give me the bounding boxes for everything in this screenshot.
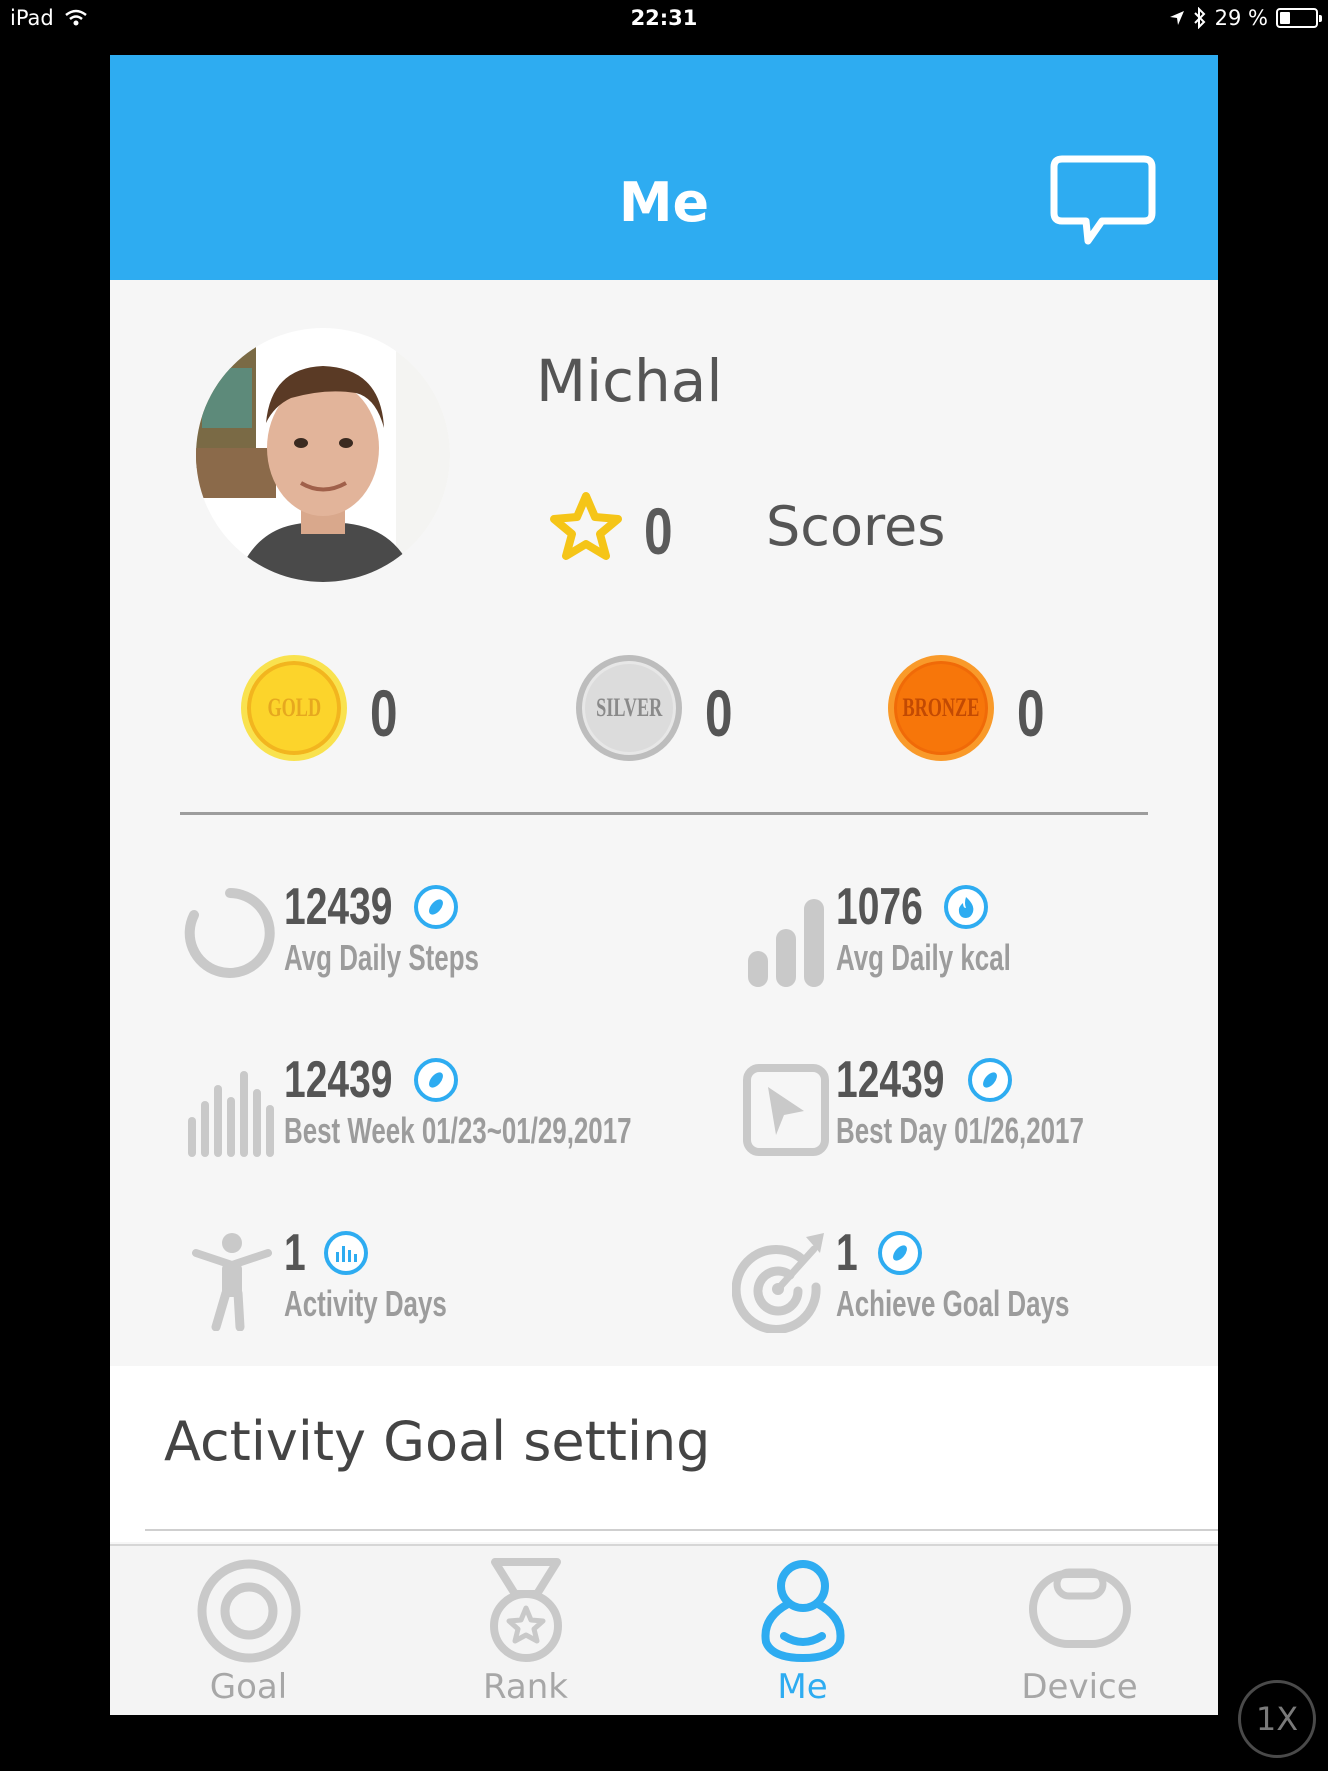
- bronze-medal-label: BRONZE: [902, 693, 980, 722]
- steps-badge-icon: [968, 1058, 1012, 1102]
- avg-kcal-label: Avg Daily kcal: [836, 937, 1011, 978]
- goal-days-label: Achieve Goal Days: [836, 1283, 1070, 1324]
- activity-days-value: 1: [284, 1224, 306, 1282]
- score-value: 0: [644, 494, 673, 568]
- flag-icon: [743, 1064, 829, 1156]
- target-icon: [732, 1233, 824, 1333]
- tab-bar: Goal Rank Me Device: [110, 1544, 1218, 1715]
- goal-days-value: 1: [836, 1224, 858, 1282]
- tab-goal[interactable]: Goal: [110, 1546, 387, 1715]
- avg-steps-value: 12439: [284, 878, 393, 936]
- status-time: 22:31: [630, 6, 698, 30]
- person-icon: [761, 1560, 845, 1663]
- person-icon: [192, 1233, 272, 1331]
- band-icon: [1029, 1568, 1131, 1648]
- tab-device-label: Device: [1021, 1667, 1138, 1707]
- silver-medal-label: SILVER: [595, 693, 663, 722]
- avg-steps-label: Avg Daily Steps: [284, 937, 479, 978]
- app-window: Me Michal 0 Scores GOLD 0 SILVER 0 BRONZ…: [110, 55, 1218, 1715]
- activity-days-label: Activity Days: [284, 1283, 447, 1324]
- gold-medal-label: GOLD: [267, 693, 321, 722]
- tab-rank[interactable]: Rank: [387, 1546, 664, 1715]
- battery-percent: 29 %: [1214, 6, 1268, 30]
- star-icon: [550, 492, 622, 560]
- best-week-value: 12439: [284, 1051, 393, 1109]
- activity-goal-setting-label: Activity Goal setting: [164, 1410, 711, 1473]
- chat-bubble-icon[interactable]: [1050, 155, 1156, 247]
- chart-badge-icon: [324, 1231, 368, 1275]
- nav-bar: Me: [110, 55, 1218, 280]
- steps-badge-icon: [414, 885, 458, 929]
- status-right: 29 %: [1169, 6, 1322, 30]
- silver-medal-count: 0: [705, 676, 733, 750]
- tab-rank-label: Rank: [483, 1667, 568, 1707]
- medal-icon: [490, 1558, 562, 1662]
- profile-photo: [196, 328, 450, 582]
- best-week-label: Best Week 01/23~01/29,2017: [284, 1110, 632, 1151]
- silver-medal-icon: SILVER: [576, 655, 682, 761]
- tab-me-label: Me: [777, 1667, 828, 1707]
- bluetooth-icon: [1193, 7, 1206, 29]
- avatar[interactable]: [196, 328, 450, 582]
- bronze-medal-count: 0: [1017, 676, 1045, 750]
- steps-badge-icon: [878, 1231, 922, 1275]
- zoom-button[interactable]: 1X: [1238, 1680, 1316, 1758]
- battery-icon: [1276, 8, 1322, 28]
- divider: [180, 812, 1148, 815]
- bronze-medal-icon: BRONZE: [888, 655, 994, 761]
- activity-goal-setting-row[interactable]: Activity Goal setting: [110, 1366, 1218, 1542]
- goal-icon: [197, 1559, 301, 1663]
- user-name: Michal: [536, 347, 723, 415]
- tab-me[interactable]: Me: [664, 1546, 941, 1715]
- best-day-value: 12439: [836, 1051, 945, 1109]
- avg-kcal-value: 1076: [836, 878, 923, 936]
- location-arrow-icon: [1169, 11, 1184, 25]
- gold-medal-count: 0: [370, 676, 398, 750]
- tab-device[interactable]: Device: [941, 1546, 1218, 1715]
- divider: [145, 1529, 1218, 1531]
- status-bar: iPad 22:31 29 %: [0, 0, 1328, 38]
- flame-badge-icon: [944, 885, 988, 929]
- steps-badge-icon: [414, 1058, 458, 1102]
- tab-goal-label: Goal: [209, 1667, 288, 1707]
- best-day-label: Best Day 01/26,2017: [836, 1110, 1084, 1151]
- ring-icon: [184, 888, 275, 978]
- bar-chart-icon: [748, 899, 824, 987]
- score-label: Scores: [766, 495, 946, 558]
- gold-medal-icon: GOLD: [241, 655, 347, 761]
- bars-icon: [188, 1071, 274, 1157]
